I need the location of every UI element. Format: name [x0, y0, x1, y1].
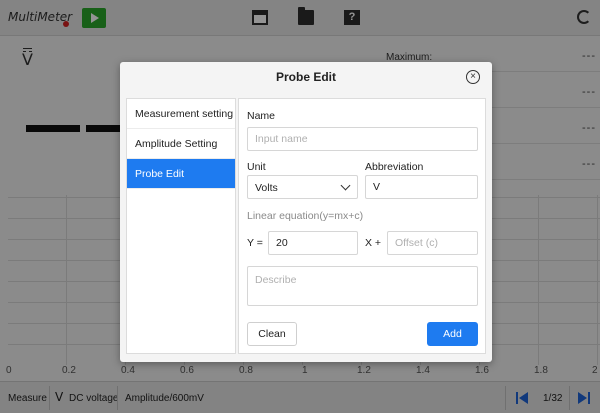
menu-item-amplitude-setting[interactable]: Amplitude Setting	[127, 129, 235, 159]
offset-input[interactable]	[387, 231, 478, 255]
probe-edit-dialog: Probe Edit × Measurement setting Amplitu…	[120, 62, 492, 362]
menu-item-probe-edit[interactable]: Probe Edit	[127, 159, 235, 189]
probe-edit-form: Name Unit Abbreviation Volts Linear equa…	[238, 98, 486, 354]
x-plus-label: X +	[365, 237, 382, 249]
menu-item-measurement-setting[interactable]: Measurement setting	[127, 99, 235, 129]
add-button[interactable]: Add	[427, 322, 478, 346]
describe-textarea[interactable]	[247, 266, 478, 306]
abbreviation-input[interactable]	[365, 175, 478, 199]
chevron-down-icon	[340, 180, 351, 191]
clean-button[interactable]: Clean	[247, 322, 297, 346]
name-input[interactable]	[247, 127, 478, 151]
unit-value: Volts	[255, 182, 278, 194]
dialog-title: Probe Edit	[275, 70, 336, 84]
multiplier-input[interactable]	[268, 231, 358, 255]
settings-menu: Measurement setting Amplitude Setting Pr…	[126, 98, 236, 354]
close-icon[interactable]: ×	[466, 70, 480, 84]
unit-label: Unit	[247, 161, 266, 173]
unit-select[interactable]: Volts	[247, 175, 358, 199]
name-label: Name	[247, 110, 276, 122]
linear-equation-label: Linear equation(y=mx+c)	[247, 210, 364, 222]
y-equals-label: Y =	[247, 237, 263, 249]
abbreviation-label: Abbreviation	[365, 161, 424, 173]
